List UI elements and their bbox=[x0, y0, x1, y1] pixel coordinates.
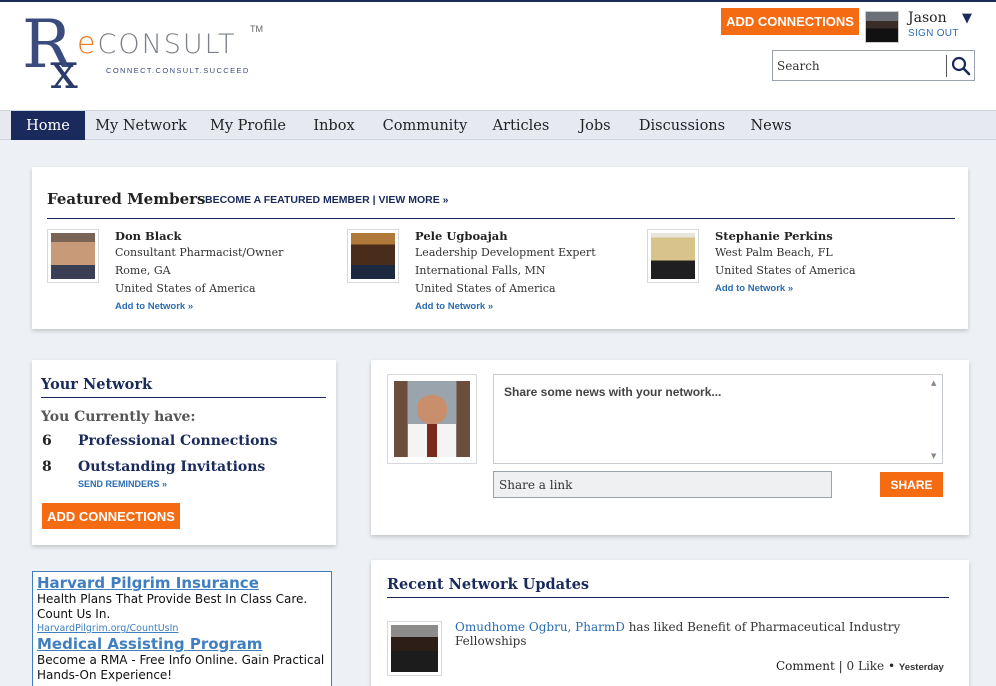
share-link-input[interactable] bbox=[493, 471, 832, 498]
member-title: Consultant Pharmacist/Owner bbox=[115, 246, 284, 259]
sponsored-ads: Harvard Pilgrim Insurance Health Plans T… bbox=[32, 571, 332, 686]
action-separator: | bbox=[838, 659, 843, 673]
nav-community[interactable]: Community bbox=[378, 111, 472, 140]
search-icon[interactable] bbox=[951, 56, 971, 76]
search-box bbox=[772, 50, 975, 81]
site-header: R x eCONSULT TM Connect.Consult.Succeed … bbox=[0, 0, 996, 110]
your-network-title: Your Network bbox=[41, 376, 153, 393]
sign-out-link[interactable]: SIGN OUT bbox=[908, 28, 959, 39]
currently-have-label: You Currently have: bbox=[41, 409, 196, 425]
member-title: Leadership Development Expert bbox=[415, 246, 596, 259]
search-input[interactable] bbox=[775, 53, 943, 78]
nav-jobs[interactable]: Jobs bbox=[572, 111, 618, 140]
outstanding-invitations-link[interactable]: Outstanding Invitations bbox=[78, 459, 265, 475]
member-name[interactable]: Pele Ugboajah bbox=[415, 229, 508, 243]
featured-member-card: Stephanie Perkins West Palm Beach, FL Un… bbox=[647, 229, 937, 319]
share-button[interactable]: SHARE bbox=[880, 472, 943, 497]
site-logo[interactable]: R x eCONSULT TM Connect.Consult.Succeed bbox=[22, 12, 272, 98]
your-network-panel: Your Network You Currently have: 6 Profe… bbox=[32, 360, 336, 545]
nav-inbox[interactable]: Inbox bbox=[306, 111, 362, 140]
nav-home[interactable]: Home bbox=[11, 111, 85, 140]
user-menu-caret-icon[interactable]: ▼ bbox=[962, 11, 972, 26]
member-city: International Falls, MN bbox=[415, 264, 546, 277]
share-news-panel: ▲ ▼ SHARE bbox=[371, 360, 969, 535]
nav-my-profile[interactable]: My Profile bbox=[205, 111, 291, 140]
member-photo[interactable] bbox=[347, 229, 399, 283]
nav-my-network[interactable]: My Network bbox=[91, 111, 191, 140]
send-reminders-link[interactable]: SEND REMINDERS » bbox=[78, 479, 167, 489]
ad-body-text: Become a RMA - Free Info Online. Gain Pr… bbox=[37, 653, 325, 682]
share-news-textarea[interactable] bbox=[493, 374, 943, 464]
update-actions: Comment | 0 Like • Yesterday bbox=[776, 659, 944, 673]
member-city: Rome, GA bbox=[115, 264, 171, 277]
member-country: United States of America bbox=[115, 282, 256, 295]
update-author-photo[interactable] bbox=[387, 621, 442, 676]
textarea-scroll-up-icon[interactable]: ▲ bbox=[931, 379, 936, 387]
header-add-connections-button[interactable]: ADD CONNECTIONS bbox=[721, 8, 859, 35]
outstanding-invitations-count: 8 bbox=[42, 459, 52, 475]
ad-title-link[interactable]: Harvard Pilgrim Insurance bbox=[37, 574, 327, 592]
user-name[interactable]: Jason bbox=[908, 10, 947, 26]
featured-member-card: Pele Ugboajah Leadership Development Exp… bbox=[347, 229, 637, 319]
logo-trademark: TM bbox=[250, 24, 263, 34]
recent-updates-title: Recent Network Updates bbox=[387, 576, 590, 593]
featured-members-panel: Featured Members BECOME A FEATURED MEMBE… bbox=[32, 167, 968, 329]
update-author-link[interactable]: Omudhome Ogbru, PharmD bbox=[455, 620, 625, 634]
bullet: • bbox=[888, 659, 896, 673]
featured-members-links[interactable]: BECOME A FEATURED MEMBER | VIEW MORE » bbox=[205, 194, 448, 206]
add-to-network-link[interactable]: Add to Network » bbox=[715, 283, 793, 294]
main-nav: Home My Network My Profile Inbox Communi… bbox=[0, 110, 996, 140]
member-name[interactable]: Stephanie Perkins bbox=[715, 229, 833, 243]
member-country: United States of America bbox=[415, 282, 556, 295]
add-to-network-link[interactable]: Add to Network » bbox=[115, 301, 193, 312]
nav-articles[interactable]: Articles bbox=[488, 111, 554, 140]
recent-updates-divider bbox=[387, 597, 949, 598]
member-photo[interactable] bbox=[47, 229, 99, 283]
professional-connections-link[interactable]: Professional Connections bbox=[78, 433, 278, 449]
logo-x: x bbox=[50, 42, 79, 100]
member-city: West Palm Beach, FL bbox=[715, 246, 833, 259]
featured-members-title: Featured Members bbox=[47, 190, 206, 208]
update-timestamp: Yesterday bbox=[898, 662, 944, 673]
professional-connections-count: 6 bbox=[42, 433, 52, 449]
add-to-network-link[interactable]: Add to Network » bbox=[415, 301, 493, 312]
your-network-divider bbox=[41, 397, 326, 398]
search-divider bbox=[946, 55, 947, 77]
comment-link[interactable]: Comment bbox=[776, 659, 835, 673]
nav-discussions[interactable]: Discussions bbox=[636, 111, 728, 140]
member-country: United States of America bbox=[715, 264, 856, 277]
user-avatar[interactable] bbox=[865, 11, 899, 43]
add-connections-button[interactable]: ADD CONNECTIONS bbox=[42, 503, 180, 529]
featured-divider bbox=[47, 218, 955, 219]
logo-tagline: Connect.Consult.Succeed bbox=[106, 66, 250, 75]
member-photo[interactable] bbox=[647, 229, 699, 283]
featured-member-card: Don Black Consultant Pharmacist/Owner Ro… bbox=[47, 229, 337, 319]
textarea-scroll-down-icon[interactable]: ▼ bbox=[931, 452, 936, 460]
current-user-photo[interactable] bbox=[387, 374, 477, 464]
ad-title-link[interactable]: Medical Assisting Program bbox=[37, 635, 327, 653]
member-name[interactable]: Don Black bbox=[115, 229, 182, 243]
recent-updates-panel: Recent Network Updates Omudhome Ogbru, P… bbox=[371, 560, 969, 686]
nav-news[interactable]: News bbox=[746, 111, 796, 140]
logo-wordmark: eCONSULT bbox=[77, 26, 237, 61]
ad-url-link[interactable]: HarvardPilgrim.org/CountUsIn bbox=[37, 622, 327, 635]
ad-body-text: Health Plans That Provide Best In Class … bbox=[37, 592, 308, 621]
update-text: Omudhome Ogbru, PharmD has liked Benefit… bbox=[455, 620, 969, 648]
like-link[interactable]: 0 Like bbox=[847, 659, 885, 673]
